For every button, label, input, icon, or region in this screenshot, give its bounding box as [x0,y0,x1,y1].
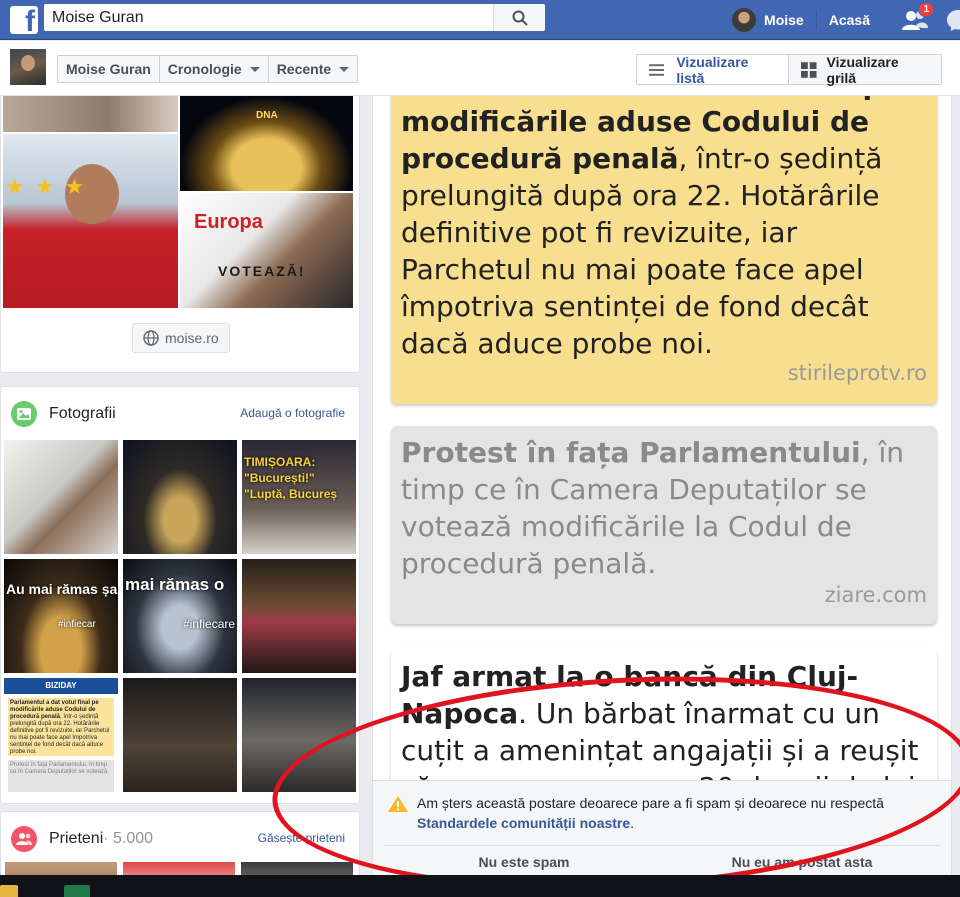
notice-message: Am șters această postare deoarece pare a… [417,795,884,811]
photo-caption: mai rămas o [125,575,225,594]
not-spam-button[interactable]: Nu este spam [385,846,663,870]
messenger-icon [947,10,960,31]
profile-link[interactable]: Moise [764,12,804,28]
list-view-label: Vizualizare listă [676,53,749,86]
mini-post-text: Protest în fața Parlamentului, în timp c… [8,760,114,792]
photo-thumb[interactable] [242,559,356,673]
photos-header: Fotografii [11,401,116,427]
friends-icon [11,826,37,852]
crumb-label: Moise Guran [66,61,151,77]
news-text: Protest în fața Parlamentului, în timp c… [401,434,927,582]
featured-photo[interactable] [180,193,353,308]
divider [815,10,817,30]
folder-icon[interactable] [0,885,18,897]
search-box[interactable]: Moise Guran [44,4,545,31]
friends-title[interactable]: Prieteni [49,830,103,848]
view-toggle: Vizualizare listă Vizualizare grilă [636,53,942,86]
notice-end: . [630,815,635,831]
photo-hashtag: #infiecar [58,619,96,630]
find-friends-link[interactable]: Găsește prieteni [258,831,345,845]
photo-thumb[interactable]: BIZIDAY Parlamentul a dat votul final pe… [4,678,118,792]
photo-icon [11,401,37,427]
post-card: Parlamentul a dat votul final pe modific… [372,96,952,891]
breadcrumb: Moise Guran Cronologie Recente [57,55,359,83]
photos-title[interactable]: Fotografii [49,405,116,423]
photo-thumb[interactable]: Au mai rămas șapte #infiecar [4,559,118,673]
crumb-recent[interactable]: Recente [269,56,357,82]
add-photo-link[interactable]: Adaugă o fotografie [240,406,345,420]
grid-icon [801,61,817,78]
news-text: Parlamentul a dat votul final pe modific… [401,96,927,362]
photo-thumb[interactable] [4,440,118,554]
top-navigation-bar: f Moise Guran Moise Acasă 1 [0,0,960,40]
mini-post-text: Parlamentul a dat votul final pe modific… [8,698,114,756]
friends-count: · 5.000 [103,830,154,847]
photo-thumb[interactable] [123,440,237,554]
search-button[interactable] [493,4,545,31]
news-source: stirileprotv.ro [787,361,927,385]
photo-thumb[interactable] [123,678,237,792]
profile-subheader: Moise Guran Cronologie Recente Vizualiza… [0,41,960,96]
photo-caption: Au mai rămas șapte [6,581,118,597]
mini-post-header: BIZIDAY [4,678,118,694]
featured-photo[interactable] [3,134,178,308]
friend-requests-button[interactable]: 1 [900,2,934,32]
facebook-logo-icon[interactable]: f [10,6,38,37]
photos-card: Fotografii Adaugă o fotografie TIMIȘOARA… [0,386,360,804]
crumb-label: Recente [276,61,332,77]
profile-avatar[interactable] [10,49,46,85]
chevron-down-icon [249,66,260,72]
news-headline: Protest în fața Parlamentului [401,436,861,469]
photo-caption: TIMIȘOARA: "București!" "Luptă, Bucureș [244,455,338,501]
excel-icon[interactable] [64,885,90,897]
crumb-label: Cronologie [167,61,242,77]
photo-thumb[interactable] [242,678,356,792]
notification-badge: 1 [918,2,934,17]
home-link[interactable]: Acasă [829,12,870,28]
crumb-profile[interactable]: Moise Guran [58,56,160,82]
friends-header: Prieteni · 5.000 [11,826,153,852]
news-item: Protest în fața Parlamentului, în timp c… [391,426,937,624]
notice-text: Am șters această postare deoarece pare a… [387,793,943,833]
photo-thumb[interactable]: TIMIȘOARA: "București!" "Luptă, Bucureș [242,440,356,554]
news-item: Parlamentul a dat votul final pe modific… [391,96,937,404]
website-label: moise.ro [165,330,219,346]
featured-photo[interactable] [180,96,353,191]
intro-card: moise.ro [0,96,360,373]
not-my-post-button[interactable]: Nu eu am postat asta [663,846,941,870]
os-taskbar [0,875,960,897]
photo-thumb[interactable]: mai rămas o #infiecare [123,559,237,673]
search-input[interactable]: Moise Guran [44,9,493,27]
globe-icon [143,330,159,346]
photo-hashtag: #infiecare [183,617,236,631]
user-avatar[interactable] [732,8,757,32]
top-right-nav: Moise Acasă 1 [732,0,960,40]
chevron-down-icon [339,66,350,72]
news-source: ziare.com [824,583,927,607]
community-standards-link[interactable]: Standardele comunității noastre [417,815,630,831]
grid-view-label: Vizualizare grilă [826,53,899,86]
warning-icon [388,796,408,812]
grid-view-button[interactable]: Vizualizare grilă [789,53,941,86]
list-view-button[interactable]: Vizualizare listă [637,53,789,86]
featured-photo[interactable] [3,96,178,132]
website-link[interactable]: moise.ro [132,323,230,353]
search-icon [512,10,528,26]
notice-actions: Nu este spam Nu eu am postat asta [385,845,941,870]
list-icon [649,63,665,76]
messenger-button[interactable] [946,9,960,31]
crumb-timeline[interactable]: Cronologie [160,56,269,82]
